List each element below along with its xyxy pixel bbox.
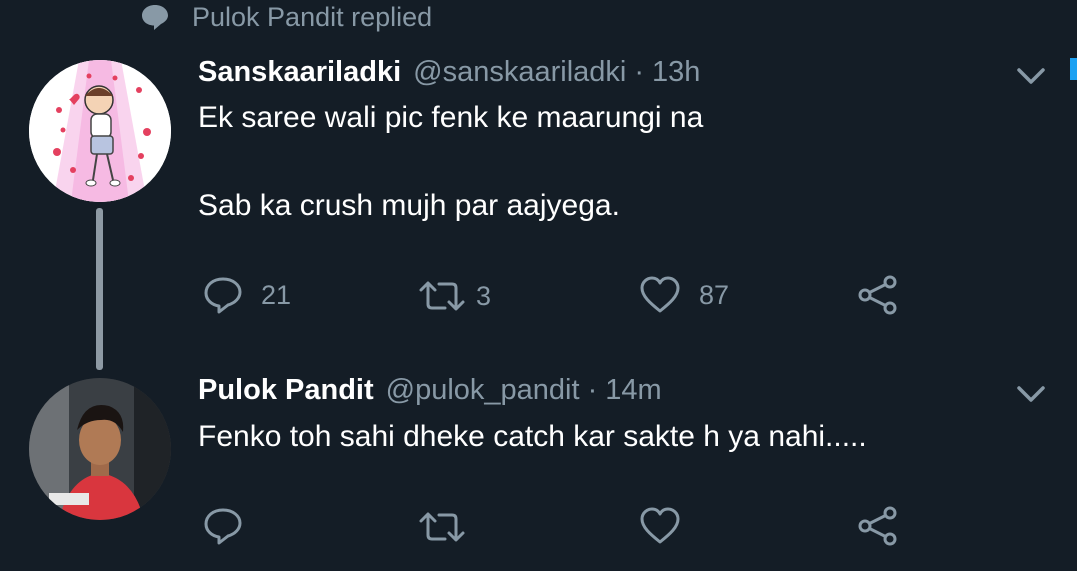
like-button[interactable]: 87: [639, 275, 729, 315]
reply-button[interactable]: [203, 506, 261, 546]
tweet-header: Sanskaariladki @sanskaariladki · 13h: [198, 56, 700, 89]
retweet-icon: [419, 512, 465, 542]
tweet-text-line: Fenko toh sahi dheke catch kar sakte h y…: [198, 420, 867, 453]
tweet-text-line: Sab ka crush mujh par aajyega.: [198, 189, 620, 222]
avatar-sanskaariladki[interactable]: [29, 60, 171, 202]
heart-icon: [640, 276, 680, 313]
reply-context: Pulok Pandit replied: [140, 0, 432, 34]
share-icon: [858, 275, 897, 315]
reply-icon: [204, 508, 242, 545]
share-icon: [858, 506, 897, 546]
heart-icon: [640, 507, 680, 544]
retweet-icon: [419, 281, 465, 311]
timestamp[interactable]: 13h: [652, 56, 700, 89]
share-button[interactable]: [857, 275, 899, 315]
retweet-button[interactable]: [418, 509, 484, 545]
user-handle[interactable]: @sanskaariladki: [413, 56, 626, 89]
display-name[interactable]: Pulok Pandit: [198, 374, 374, 407]
user-handle[interactable]: @pulok_pandit: [386, 374, 580, 407]
retweet-button[interactable]: 3: [418, 278, 491, 314]
scroll-indicator: [1070, 58, 1077, 80]
share-button[interactable]: [857, 506, 899, 546]
like-count: 87: [699, 279, 730, 310]
like-button[interactable]: [639, 506, 699, 546]
tweet-text: Ek saree wali pic fenk ke maarungi na Sa…: [198, 100, 703, 224]
retweet-count: 3: [476, 280, 492, 311]
avatar-pulok-pandit[interactable]: [29, 378, 171, 520]
chevron-down-icon[interactable]: [1015, 382, 1047, 406]
tweet-text: Fenko toh sahi dheke catch kar sakte h y…: [198, 419, 867, 455]
separator-dot: ·: [634, 56, 645, 88]
timestamp[interactable]: 14m: [605, 374, 661, 407]
separator-dot: ·: [587, 374, 598, 406]
tweet-header: Pulok Pandit @pulok_pandit · 14m: [198, 374, 662, 407]
tweet-text-line: Ek saree wali pic fenk ke maarungi na: [198, 101, 704, 134]
reply-button[interactable]: 21: [203, 275, 291, 315]
reply-icon: [204, 277, 242, 314]
thread-connector: [96, 208, 103, 370]
reply-count: 21: [261, 279, 292, 310]
reply-context-label: Pulok Pandit replied: [192, 1, 433, 32]
chevron-down-icon[interactable]: [1015, 64, 1047, 88]
speech-bubble-icon: [142, 5, 168, 30]
display-name[interactable]: Sanskaariladki: [198, 56, 401, 89]
